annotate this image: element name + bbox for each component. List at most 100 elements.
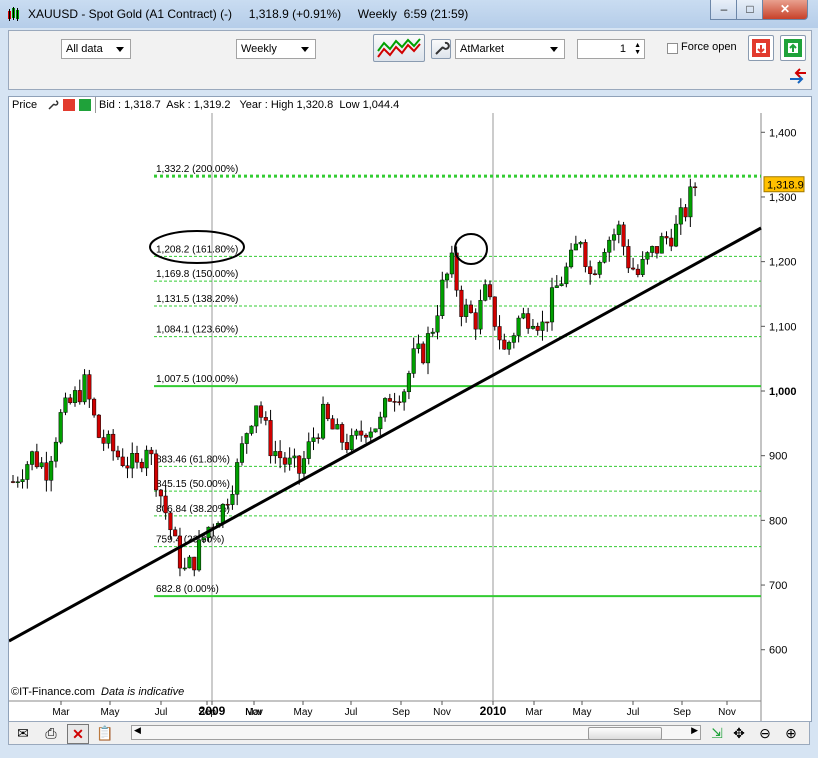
data-range-select[interactable]: All data: [61, 39, 131, 59]
candle-body: [235, 462, 240, 495]
candle-body: [53, 441, 58, 462]
sell-icon: [752, 39, 770, 57]
time-tick-label: Sep: [673, 707, 691, 718]
scroll-right-icon[interactable]: ▶: [691, 725, 698, 736]
candle-body: [654, 246, 660, 254]
candle-body: [564, 266, 569, 285]
candle-body: [673, 223, 679, 247]
fib-level-label: 1,169.8 (150.00%): [156, 269, 238, 280]
candle-body: [340, 424, 345, 443]
candle-body: [301, 458, 307, 474]
settings-button[interactable]: [431, 39, 451, 59]
candle-body: [68, 397, 73, 403]
candle-body: [449, 252, 454, 275]
candle-body: [540, 321, 545, 331]
candle-body: [182, 567, 187, 570]
fib-level-label: 1,007.5 (100.00%): [156, 374, 238, 385]
candle-body: [130, 453, 135, 469]
candle-body: [82, 374, 87, 403]
candle-body: [278, 451, 283, 459]
candle-body: [592, 273, 597, 275]
candle-body: [230, 494, 235, 505]
email-icon[interactable]: ✉: [13, 724, 33, 742]
zoom-out-icon[interactable]: ⊖: [755, 724, 775, 742]
price-tick-label: 900: [769, 451, 787, 463]
fit-zoom-icon[interactable]: ✥: [729, 724, 749, 742]
candle-body: [602, 252, 607, 263]
candle-body: [349, 435, 354, 450]
candle-body: [49, 460, 54, 481]
time-tick-label: May: [101, 707, 120, 718]
candle-body: [321, 403, 326, 439]
candle-body: [201, 537, 206, 541]
candle-body: [139, 461, 144, 469]
candle-body: [92, 398, 97, 416]
candle-body: [15, 481, 20, 483]
stepper-arrows-icon[interactable]: ▲ ▼: [634, 42, 641, 56]
sell-button[interactable]: [748, 35, 774, 61]
candle-body: [473, 312, 478, 330]
clipboard-icon[interactable]: 📋: [95, 724, 115, 742]
force-open-checkbox[interactable]: [667, 43, 678, 54]
support-trendline[interactable]: [9, 226, 762, 643]
order-type-select[interactable]: AtMarket: [455, 39, 565, 59]
chart-window[interactable]: Price Bid : 1,318.7 Ask : 1,319.2 Year :…: [8, 96, 812, 722]
watermark-line: ©IT-Finance.com Data is indicative: [11, 686, 184, 698]
chart-bottom-toolbar: ✉ ⎙ ✕ 📋 ◀ ▶ ⇲ ✥ ⊖ ⊕: [8, 721, 810, 745]
auto-scroll-icon[interactable]: ⇲: [707, 724, 727, 742]
candle-body: [268, 420, 273, 457]
candle-body: [196, 539, 202, 571]
candle-body: [459, 289, 464, 317]
price-chart[interactable]: Mar May Jul Sep Nov 2009 Mar May Jul Sep Nov 2010 Ma…: [9, 97, 811, 721]
highlight-circle[interactable]: [454, 233, 488, 265]
candle-body: [25, 464, 30, 480]
buy-button[interactable]: [780, 35, 806, 61]
candle-body: [363, 434, 369, 438]
chart-style-button[interactable]: [373, 34, 425, 62]
candle-body: [421, 343, 426, 364]
candle-body: [354, 430, 359, 436]
minimize-button[interactable]: –: [710, 0, 738, 20]
candle-body: [430, 331, 435, 334]
candle-body: [573, 243, 578, 251]
candle-body: [177, 535, 182, 569]
print-icon[interactable]: ⎙: [41, 724, 61, 742]
candle-body: [239, 443, 245, 463]
time-tick-label: Jul: [155, 707, 168, 718]
delete-drawings-icon[interactable]: ✕: [67, 724, 89, 744]
candle-body: [468, 304, 473, 313]
zoom-in-icon[interactable]: ⊕: [781, 724, 801, 742]
time-tick-label: Nov: [433, 707, 451, 718]
candle-body: [163, 495, 168, 514]
swap-arrows-icon[interactable]: [787, 67, 809, 85]
candle-body: [154, 453, 159, 491]
disclaimer: Data is indicative: [101, 686, 185, 698]
candle-body: [282, 457, 287, 465]
scroll-left-icon[interactable]: ◀: [134, 725, 141, 736]
close-button[interactable]: ✕: [762, 0, 808, 20]
candle-body: [263, 417, 268, 421]
interval-select[interactable]: Weekly: [236, 39, 316, 59]
candle-body: [39, 462, 44, 468]
time-tick-label: Mar: [52, 707, 70, 718]
candle-body: [173, 529, 178, 537]
order-type-value: AtMarket: [460, 43, 505, 55]
price-tick-label: 700: [769, 580, 787, 592]
candle-body: [464, 304, 469, 317]
scrollbar-thumb[interactable]: [588, 727, 662, 740]
line-chart-icon: [377, 38, 421, 58]
candle-body: [678, 207, 683, 225]
candle-body: [335, 424, 340, 430]
quantity-stepper[interactable]: 1 ▲ ▼: [577, 39, 645, 59]
candle-body: [535, 325, 540, 331]
candle-body: [287, 457, 292, 465]
data-range-value: All data: [66, 43, 103, 55]
window-titlebar: XAUUSD - Spot Gold (A1 Contract) (-) 1,3…: [0, 0, 818, 28]
price-tick-label: 1,300: [769, 192, 797, 204]
candle-body: [249, 425, 254, 434]
order-toolbar: All data Weekly AtMarket 1 ▲ ▼ Force open: [8, 30, 812, 90]
candle-body: [597, 261, 602, 275]
time-scrollbar[interactable]: ◀ ▶: [131, 725, 701, 740]
candle-body: [664, 236, 669, 239]
maximize-button[interactable]: □: [736, 0, 764, 20]
